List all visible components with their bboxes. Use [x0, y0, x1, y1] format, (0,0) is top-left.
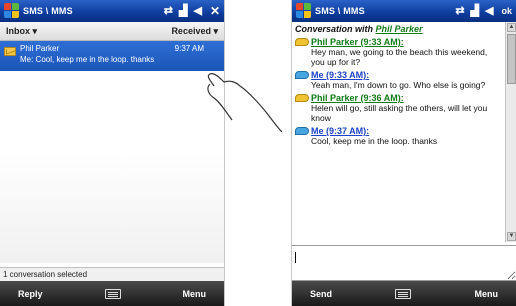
message-text: Yeah man, I'm down to go. Who else is go… — [311, 80, 486, 90]
incoming-message-icon — [295, 94, 309, 102]
message-text: Cool, keep me in the loop. thanks — [311, 136, 438, 146]
scroll-down-icon[interactable]: ▼ — [507, 232, 516, 241]
softkey-bar: Reply Menu — [0, 281, 224, 306]
connectivity-icon[interactable]: ⇄ — [164, 5, 173, 17]
message-list: Phil Parker 9:37 AM Me: Cool, keep me in… — [0, 41, 224, 263]
connectivity-icon[interactable]: ⇄ — [455, 5, 464, 17]
message-time: 9:37 AM — [174, 44, 204, 53]
conversation-thread: Conversation with Phil Parker Phil Parke… — [292, 22, 505, 242]
list-item: Me (9:37 AM): Cool, keep me in the loop.… — [295, 126, 502, 146]
inbox-screen: SMS \ MMS ⇄ ▟ ◀ ✕ Inbox ▾ Received ▾ Phi… — [0, 0, 225, 306]
list-item: Phil Parker (9:33 AM): Hey man, we going… — [295, 37, 502, 67]
keyboard-icon[interactable] — [104, 288, 121, 299]
signal-icon[interactable]: ▟ — [471, 5, 479, 17]
app-title: SMS \ MMS — [315, 6, 365, 16]
tapping-hand-icon — [207, 73, 282, 132]
reply-softkey[interactable]: Reply — [18, 289, 43, 299]
start-menu-icon[interactable] — [4, 3, 20, 19]
conversation-heading: Conversation with Phil Parker — [295, 24, 423, 34]
softkey-bar: Send Menu — [292, 281, 516, 306]
conversation-screen: SMS \ MMS ⇄ ▟ ◀ ok Conversation with Phi… — [291, 0, 516, 306]
app-title: SMS \ MMS — [23, 6, 73, 16]
sender-link[interactable]: Me (9:37 AM): — [311, 126, 369, 136]
sort-dropdown[interactable]: Received ▾ — [171, 26, 218, 37]
title-bar: SMS \ MMS ⇄ ▟ ◀ ok — [292, 0, 516, 22]
signal-icon[interactable]: ▟ — [179, 5, 187, 17]
message-text: Helen will go, still asking the others, … — [311, 103, 488, 123]
compose-area — [292, 245, 516, 281]
sender-link[interactable]: Phil Parker (9:36 AM): — [311, 93, 404, 103]
title-bar: SMS \ MMS ⇄ ▟ ◀ ✕ — [0, 0, 224, 22]
menu-softkey[interactable]: Menu — [474, 289, 498, 299]
keyboard-icon[interactable] — [395, 288, 412, 299]
outgoing-message-icon — [295, 71, 309, 79]
incoming-message-icon — [295, 38, 309, 46]
send-softkey[interactable]: Send — [310, 289, 332, 299]
list-item[interactable]: Phil Parker 9:37 AM Me: Cool, keep me in… — [0, 41, 224, 71]
message-sender: Phil Parker — [20, 44, 60, 53]
scrollbar[interactable]: ▲ ▼ — [505, 22, 516, 242]
close-icon[interactable]: ✕ — [210, 4, 220, 18]
sender-link[interactable]: Me (9:33 AM): — [311, 70, 369, 80]
volume-icon[interactable]: ◀ — [193, 5, 201, 17]
sender-link[interactable]: Phil Parker (9:33 AM): — [311, 37, 404, 47]
text-caret — [295, 252, 296, 263]
volume-icon[interactable]: ◀ — [485, 5, 493, 17]
folder-dropdown[interactable]: Inbox ▾ — [6, 26, 37, 37]
start-menu-icon[interactable] — [296, 3, 312, 19]
ok-button[interactable]: ok — [501, 6, 512, 16]
outgoing-message-icon — [295, 127, 309, 135]
compose-input[interactable] — [292, 246, 516, 280]
message-preview: Me: Cool, keep me in the loop. thanks — [20, 55, 155, 64]
list-item: Me (9:33 AM): Yeah man, I'm down to go. … — [295, 70, 502, 90]
message-text: Hey man, we going to the beach this week… — [311, 47, 488, 67]
scroll-thumb[interactable] — [507, 34, 516, 84]
scroll-up-icon[interactable]: ▲ — [507, 23, 516, 32]
contact-link[interactable]: Phil Parker — [376, 24, 423, 34]
list-item: Phil Parker (9:36 AM): Helen will go, st… — [295, 93, 502, 123]
envelope-icon — [4, 47, 16, 56]
status-bar: 1 conversation selected — [0, 267, 224, 281]
menu-softkey[interactable]: Menu — [182, 289, 206, 299]
inbox-toolbar: Inbox ▾ Received ▾ — [0, 22, 224, 41]
